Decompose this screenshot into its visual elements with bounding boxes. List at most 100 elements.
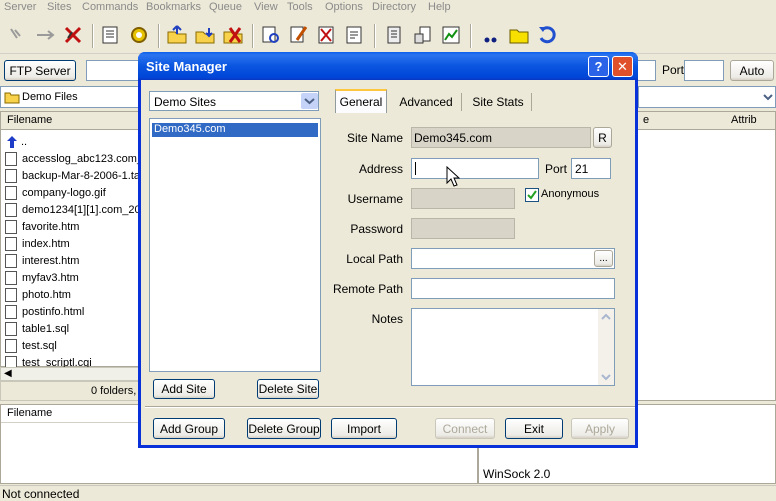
menu-sites[interactable]: Sites (47, 1, 71, 13)
chart-icon[interactable] (440, 24, 462, 46)
username-input[interactable] (411, 188, 515, 209)
delete-site-button[interactable]: Delete Site (257, 379, 319, 399)
menu-tools[interactable]: Tools (287, 1, 313, 13)
folder-icon[interactable] (508, 24, 530, 46)
ftp-server-input[interactable] (86, 60, 146, 81)
file-list-item[interactable]: interest.htm (5, 252, 79, 269)
port-input[interactable] (684, 60, 724, 81)
menu-commands[interactable]: Commands (82, 1, 138, 13)
port-label: Port (662, 63, 685, 77)
add-site-button[interactable]: Add Site (153, 379, 215, 399)
connect-button[interactable]: Connect (435, 418, 495, 439)
file-list-item[interactable]: index.htm (5, 235, 70, 252)
remote-path-input[interactable] (411, 278, 615, 299)
menu-bar: Server Sites Commands Bookmarks Queue Vi… (0, 0, 776, 16)
tab-general[interactable]: General (335, 89, 387, 113)
address-input[interactable] (411, 158, 539, 179)
transfer-icon[interactable] (412, 24, 434, 46)
up-directory-item[interactable]: .. (5, 133, 27, 150)
edit-file-icon[interactable] (288, 24, 310, 46)
notes-textarea[interactable] (411, 308, 615, 386)
menu-directory[interactable]: Directory (372, 1, 416, 13)
file-icon (5, 321, 17, 336)
menu-queue[interactable]: Queue (209, 1, 242, 13)
menu-help[interactable]: Help (428, 1, 451, 13)
import-button[interactable]: Import (331, 418, 397, 439)
site-name-field[interactable]: Demo345.com (411, 127, 591, 148)
remote-path-combo[interactable] (638, 86, 776, 108)
file-list-item[interactable]: postinfo.html (5, 303, 84, 320)
file-name: table1.sql (22, 322, 70, 335)
delete-folder-icon[interactable] (222, 24, 244, 46)
file-icon (5, 219, 17, 234)
column-header-size[interactable]: e (643, 114, 649, 126)
upload-folder-icon[interactable] (166, 24, 188, 46)
file-list-item[interactable]: accesslog_abc123.com_ (5, 150, 143, 167)
column-header-filename[interactable]: Filename (1, 112, 139, 130)
toolbar (0, 18, 776, 54)
dropdown-button[interactable] (301, 93, 318, 109)
tab-advanced[interactable]: Advanced (393, 91, 459, 113)
properties-icon[interactable] (344, 24, 366, 46)
file-icon (5, 151, 17, 166)
server-field-tail[interactable] (636, 60, 656, 81)
anonymous-checkbox[interactable] (525, 188, 539, 202)
dialog-titlebar[interactable]: Site Manager ? ✕ (138, 52, 638, 80)
scroll-left-arrow-icon[interactable]: ◀ (4, 368, 12, 379)
site-name-label: Site Name (346, 131, 403, 145)
menu-server[interactable]: Server (4, 1, 36, 13)
port-input[interactable]: 21 (571, 158, 611, 179)
chevron-down-icon[interactable] (763, 93, 773, 101)
file-list-item[interactable]: test.sql (5, 337, 57, 354)
menu-bookmarks[interactable]: Bookmarks (146, 1, 201, 13)
menu-options[interactable]: Options (325, 1, 363, 13)
connect-icon[interactable] (6, 24, 28, 46)
local-path-input[interactable]: ... (411, 248, 615, 269)
add-group-button[interactable]: Add Group (153, 418, 225, 439)
site-list: Demo345.com (149, 118, 321, 372)
site-group-select[interactable]: Demo Sites (149, 91, 319, 111)
file-list-item[interactable]: myfav3.htm (5, 269, 79, 286)
file-list-item[interactable]: table1.sql (5, 320, 69, 337)
download-folder-icon[interactable] (194, 24, 216, 46)
help-button[interactable]: ? (588, 56, 609, 77)
up-directory-label: .. (21, 135, 28, 148)
horizontal-scrollbar[interactable]: ◀ (0, 367, 140, 381)
site-manager-icon[interactable] (100, 24, 122, 46)
browse-local-path-button[interactable]: ... (594, 250, 613, 267)
scroll-down-arrow-icon[interactable] (601, 373, 611, 381)
file-list-item[interactable]: favorite.htm (5, 218, 79, 235)
apply-button[interactable]: Apply (571, 418, 629, 439)
scroll-up-arrow-icon[interactable] (601, 313, 611, 321)
rename-button[interactable]: R (593, 127, 612, 148)
menu-view[interactable]: View (254, 1, 278, 13)
file-list-item[interactable]: company-logo.gif (5, 184, 106, 201)
local-path-combo[interactable]: Demo Files (0, 86, 140, 108)
queue-icon[interactable] (384, 24, 406, 46)
remote-column-header[interactable]: e Attrib (637, 112, 775, 130)
exit-button[interactable]: Exit (505, 418, 563, 439)
column-header-attrib[interactable]: Attrib (731, 114, 757, 126)
delete-group-button[interactable]: Delete Group (247, 418, 321, 439)
close-button[interactable]: ✕ (612, 56, 633, 77)
file-list-item[interactable]: backup-Mar-8-2006-1.tar (5, 167, 144, 184)
refresh-icon[interactable] (536, 24, 558, 46)
disconnect-icon[interactable] (62, 24, 84, 46)
quote-icon[interactable] (480, 24, 502, 46)
tab-site-stats[interactable]: Site Stats (465, 91, 531, 113)
site-list-item[interactable]: Demo345.com (152, 123, 318, 137)
settings-gear-icon[interactable] (128, 24, 150, 46)
local-status-text: 0 folders, (91, 385, 137, 397)
transfer-mode-button[interactable]: Auto (730, 60, 774, 81)
file-list-item[interactable]: photo.htm (5, 286, 71, 303)
file-list-item[interactable]: demo1234[1][1].com_20 (5, 201, 141, 218)
view-file-icon[interactable] (260, 24, 282, 46)
ftp-server-button[interactable]: FTP Server (4, 60, 76, 81)
checkmark-icon (527, 190, 537, 200)
file-name: interest.htm (22, 254, 80, 267)
delete-file-icon[interactable] (316, 24, 338, 46)
quick-connect-icon[interactable] (34, 24, 56, 46)
notes-scrollbar[interactable] (598, 309, 614, 385)
site-group-selected: Demo Sites (154, 95, 217, 109)
password-input[interactable] (411, 218, 515, 239)
